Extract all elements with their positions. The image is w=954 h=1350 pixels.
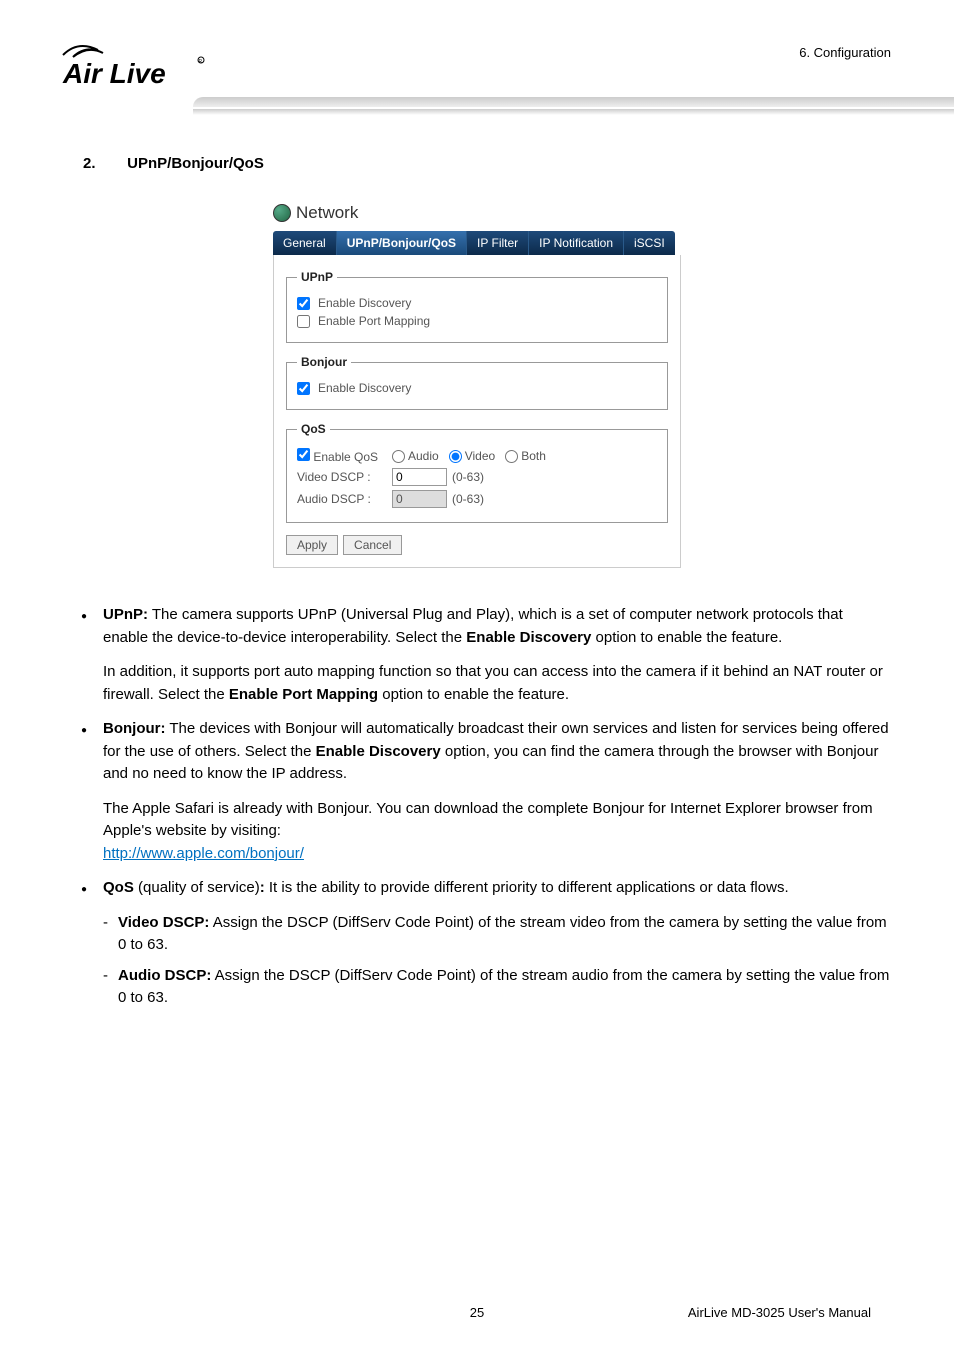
globe-icon (273, 204, 291, 222)
svg-text:R: R (199, 59, 203, 65)
audio-dscp-input (392, 490, 447, 508)
bonjour-legend: Bonjour (297, 355, 351, 369)
upnp-enable-discovery-label: Enable Discovery (318, 296, 411, 310)
page-number: 25 (470, 1305, 484, 1320)
section-number: 2. (83, 155, 123, 172)
upnp-enable-discovery-checkbox[interactable] (297, 297, 310, 310)
body-content: UPnP: The camera supports UPnP (Universa… (63, 604, 891, 1010)
upnp-enable-portmapping-checkbox[interactable] (297, 315, 310, 328)
both-radio[interactable] (505, 450, 518, 463)
header-breadcrumb: 6. Configuration (799, 45, 891, 60)
bonjour-fieldset: Bonjour Enable Discovery (286, 355, 668, 410)
network-config-screenshot: Network General UPnP/Bonjour/QoS IP Filt… (267, 197, 687, 574)
video-dscp-label: Video DSCP : (297, 470, 392, 484)
apply-button[interactable]: Apply (286, 535, 338, 555)
header-divider (193, 97, 954, 115)
upnp-description: UPnP: The camera supports UPnP (Universa… (63, 604, 891, 649)
logo: Air Live R (58, 35, 208, 95)
video-dscp-range: (0-63) (452, 470, 484, 484)
audio-dscp-label: Audio DSCP : (297, 492, 392, 506)
enable-qos-label: Enable QoS (313, 450, 378, 464)
bonjour-enable-discovery-label: Enable Discovery (318, 381, 411, 395)
cancel-button[interactable]: Cancel (343, 535, 402, 555)
tab-iscsi[interactable]: iSCSI (624, 231, 675, 255)
upnp-enable-portmapping-label: Enable Port Mapping (318, 314, 430, 328)
section-heading: 2. UPnP/Bonjour/QoS (83, 155, 891, 172)
manual-title: AirLive MD-3025 User's Manual (688, 1305, 871, 1320)
tab-ip-notification[interactable]: IP Notification (529, 231, 624, 255)
bonjour-enable-discovery-checkbox[interactable] (297, 382, 310, 395)
airlive-logo-icon: Air Live R (58, 35, 208, 95)
upnp-legend: UPnP (297, 270, 337, 284)
section-title: UPnP/Bonjour/QoS (127, 155, 264, 172)
video-dscp-description: Video DSCP: Assign the DSCP (DiffServ Co… (63, 912, 891, 957)
page-header: Air Live R 6. Configuration (63, 45, 891, 115)
audio-dscp-range: (0-63) (452, 492, 484, 506)
audio-radio[interactable] (392, 450, 405, 463)
tab-ip-filter[interactable]: IP Filter (467, 231, 529, 255)
bonjour-link[interactable]: http://www.apple.com/bonjour/ (103, 845, 304, 862)
network-panel-title: Network (273, 203, 681, 223)
qos-description: QoS (quality of service): It is the abil… (63, 877, 891, 900)
tab-general[interactable]: General (273, 231, 337, 255)
upnp-fieldset: UPnP Enable Discovery Enable Port Mappin… (286, 270, 668, 343)
tabs-bar: General UPnP/Bonjour/QoS IP Filter IP No… (273, 231, 681, 255)
svg-text:Air Live: Air Live (62, 58, 166, 89)
video-radio[interactable] (449, 450, 462, 463)
qos-fieldset: QoS Enable QoS Audio Video Both Video DS… (286, 422, 668, 523)
bonjour-safari-note: The Apple Safari is already with Bonjour… (63, 798, 891, 866)
tab-upnp-bonjour-qos[interactable]: UPnP/Bonjour/QoS (337, 231, 467, 255)
qos-legend: QoS (297, 422, 330, 436)
tab-content: UPnP Enable Discovery Enable Port Mappin… (273, 255, 681, 568)
audio-dscp-description: Audio DSCP: Assign the DSCP (DiffServ Co… (63, 965, 891, 1010)
bonjour-description: Bonjour: The devices with Bonjour will a… (63, 718, 891, 786)
enable-qos-checkbox[interactable] (297, 448, 310, 461)
upnp-portmapping-note: In addition, it supports port auto mappi… (63, 661, 891, 706)
page-footer: 25 AirLive MD-3025 User's Manual (63, 1305, 891, 1320)
video-dscp-input[interactable] (392, 468, 447, 486)
